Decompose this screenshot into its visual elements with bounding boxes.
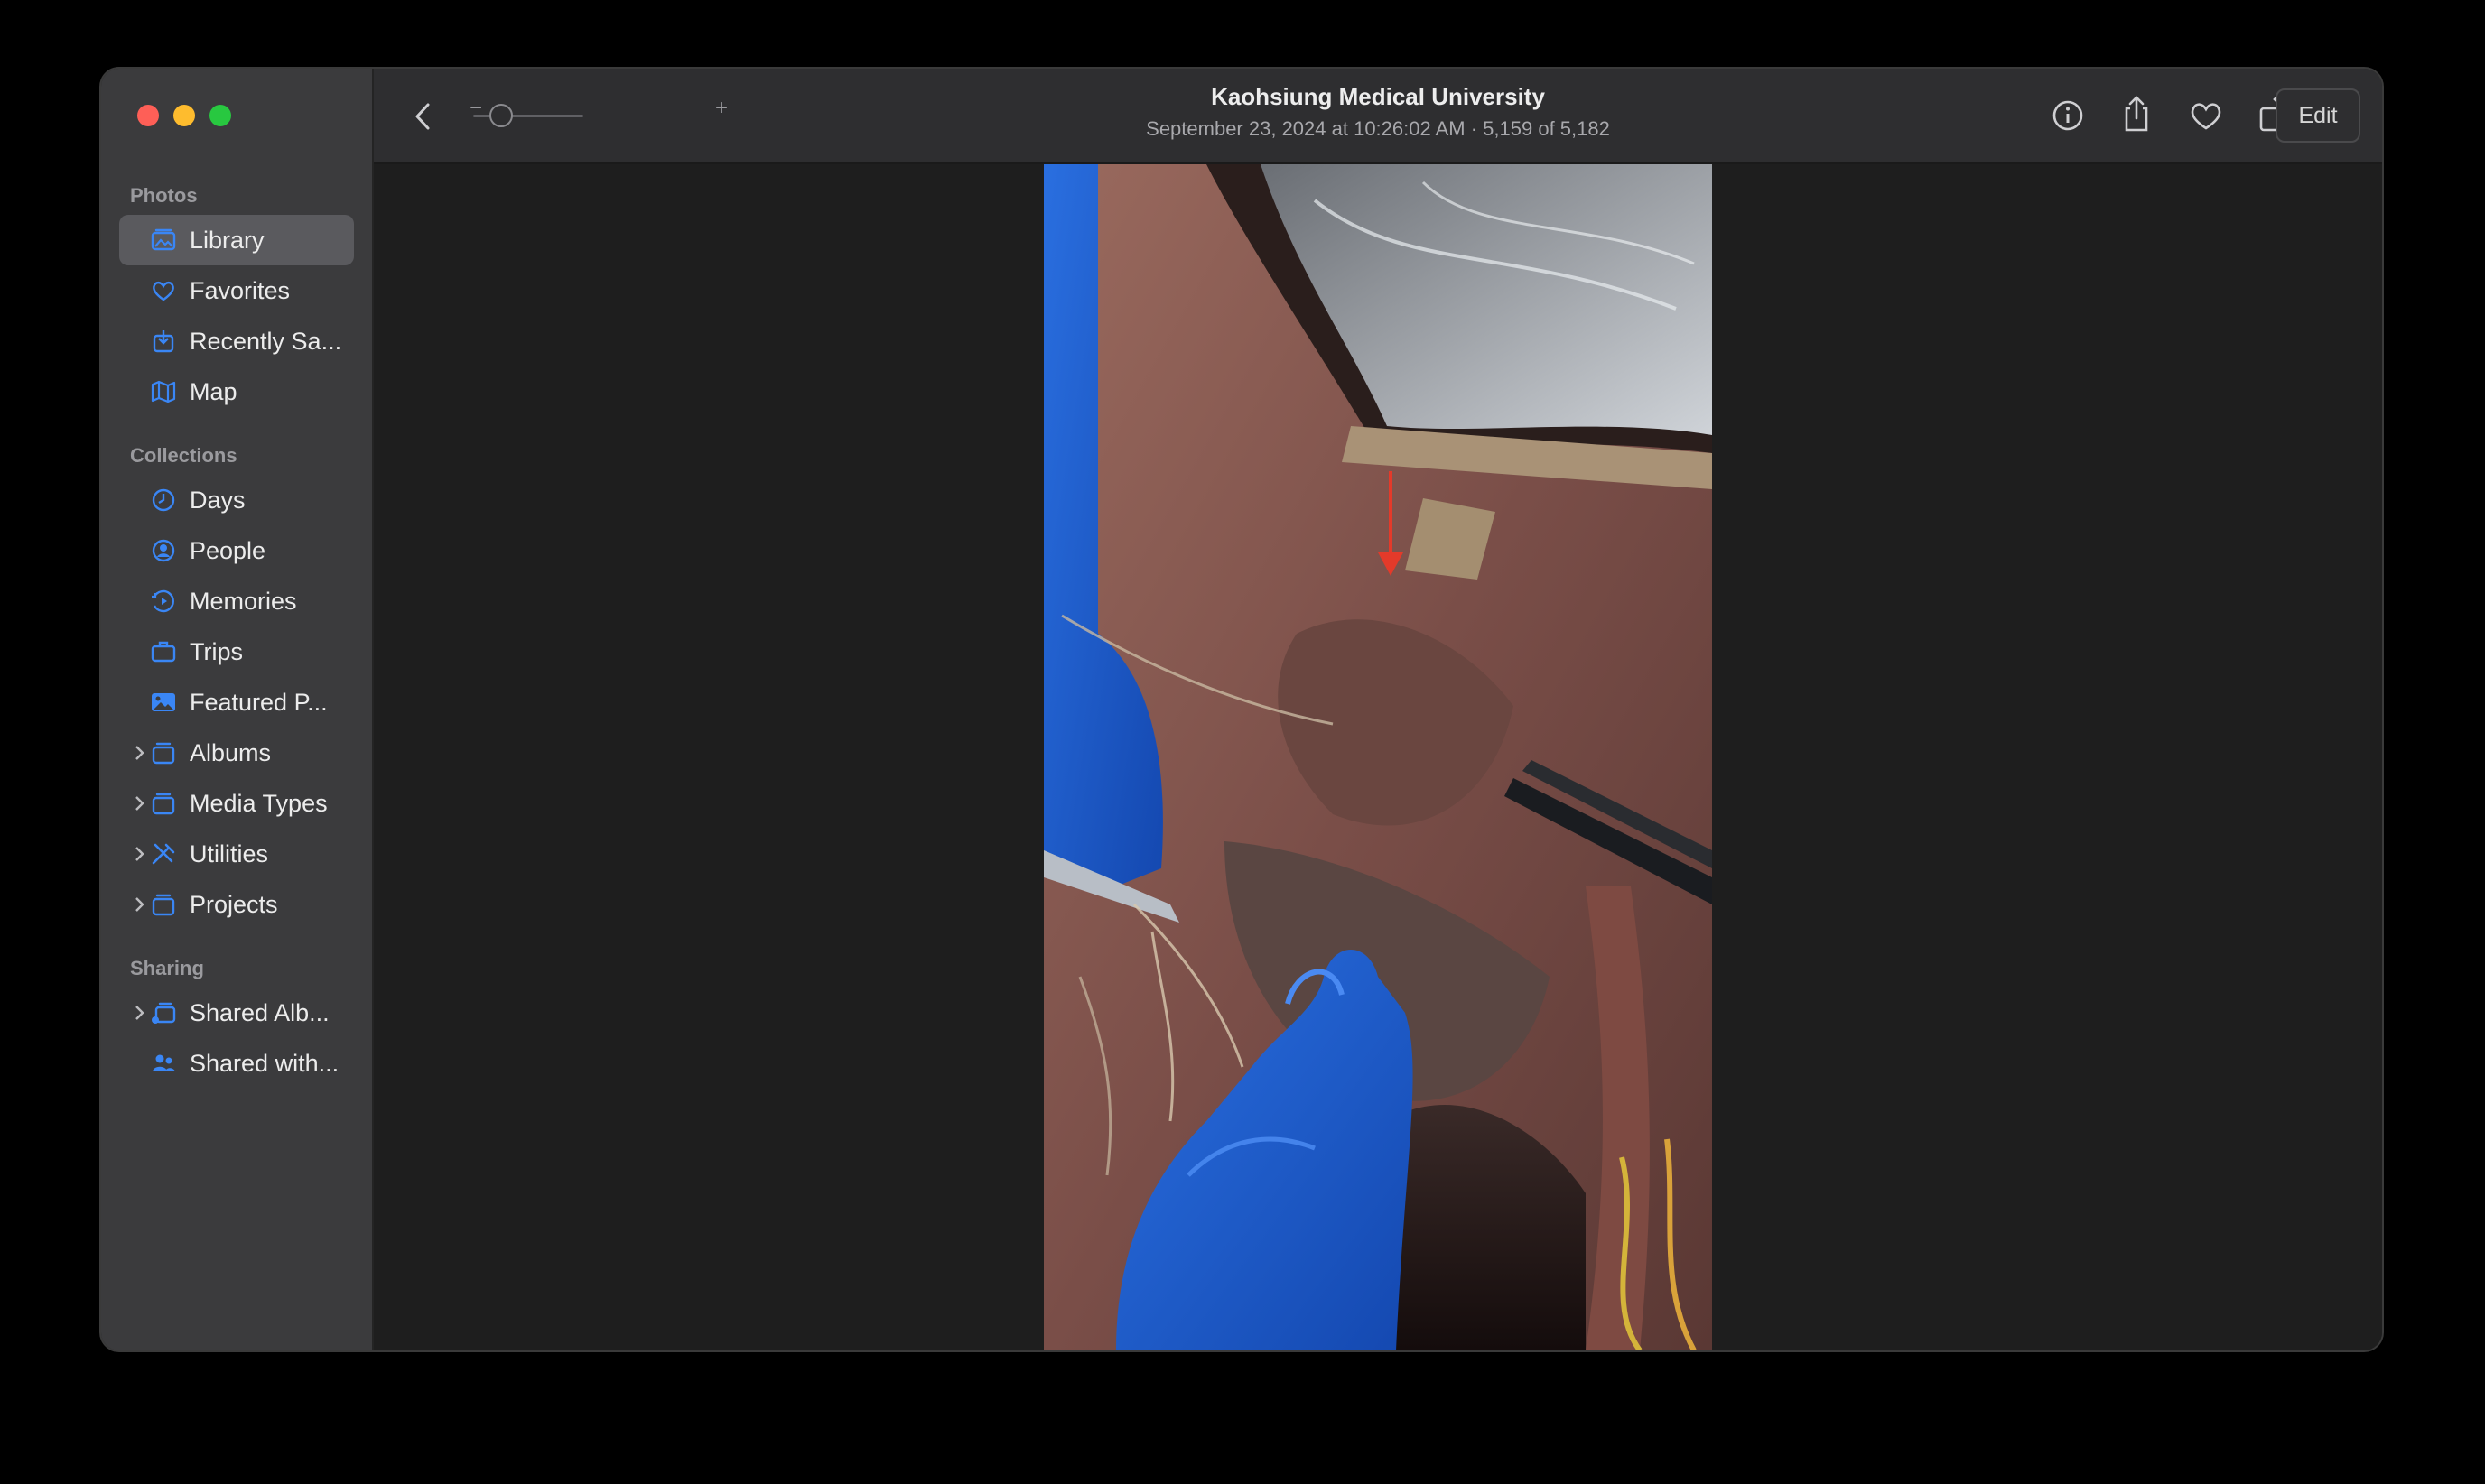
photos-window: Photos Library Favorites Recently Sa... [101,69,2382,1350]
sidebar-item-label: Library [190,227,265,254]
sidebar-item-label: Projects [190,891,278,918]
sidebar-item-label: Shared with... [190,1050,340,1077]
folder-icon [152,894,175,916]
recently-saved-icon [153,330,174,353]
sidebar-item-favorites[interactable]: Favorites [119,265,354,316]
sidebar-item-label: Utilities [190,840,269,867]
clock-icon [152,488,175,512]
toolbar: − + Kaohsiung Medical University Septemb… [374,69,2382,164]
chevron-right-icon[interactable] [132,793,146,814]
sidebar-item-label: Media Types [190,790,328,817]
chevron-right-icon[interactable] [132,742,146,764]
close-window-button[interactable] [137,105,159,126]
sidebar-item-label: Trips [190,638,243,665]
folder-icon [152,742,175,765]
sidebar-item-featured-photos[interactable]: Featured P... [119,677,354,728]
info-icon[interactable] [2050,97,2086,134]
chevron-right-icon[interactable] [132,843,146,865]
tools-icon [152,843,175,865]
minimize-window-button[interactable] [173,105,195,126]
sidebar-item-people[interactable]: People [119,525,354,576]
sidebar-item-map[interactable]: Map [119,366,354,417]
sidebar-item-shared-with-you[interactable]: Shared with... [119,1038,354,1089]
sidebar-item-utilities[interactable]: Utilities [119,829,354,879]
sidebar-item-trips[interactable]: Trips [119,626,354,677]
sidebar-item-shared-albums[interactable]: Shared Alb... [119,988,354,1038]
sidebar-item-albums[interactable]: Albums [119,728,354,778]
sidebar-item-label: Days [190,487,246,514]
section-header-collections: Collections [130,444,237,467]
section-header-sharing: Sharing [130,957,204,979]
photo-image[interactable] [1044,164,1712,1350]
person-icon [152,539,175,562]
heart-icon [153,281,174,301]
chevron-right-icon[interactable] [132,894,146,915]
sidebar-item-library[interactable]: Library [119,215,354,265]
sidebar-item-label: Map [190,378,237,405]
photo-icon [152,693,175,711]
sidebar-item-projects[interactable]: Projects [119,879,354,930]
sidebar-item-label: Recently Sa... [190,328,342,355]
photo-viewer [374,164,2382,1350]
sidebar-item-recently-saved[interactable]: Recently Sa... [119,316,354,366]
sidebar-item-label: Shared Alb... [190,999,330,1026]
sidebar-item-memories[interactable]: Memories [119,576,354,626]
share-icon[interactable] [2118,94,2155,134]
sidebar: Photos Library Favorites Recently Sa... [101,69,374,1350]
library-icon [151,228,176,251]
sidebar-item-label: Favorites [190,277,291,304]
edit-button[interactable]: Edit [2276,88,2360,143]
sidebar-item-label: Featured P... [190,689,328,716]
sidebar-item-label: People [190,537,266,564]
chevron-right-icon[interactable] [132,1002,146,1024]
map-icon [151,380,176,403]
shared-album-icon [152,1002,176,1024]
sidebar-item-media-types[interactable]: Media Types [119,778,354,829]
sidebar-item-label: Albums [190,739,272,766]
section-header-photos: Photos [130,184,198,207]
dissection-photo [1044,164,1712,1350]
zoom-window-button[interactable] [209,105,231,126]
sidebar-item-label: Memories [190,588,297,615]
folder-icon [152,793,175,815]
shared-people-icon [153,1054,175,1071]
suitcase-icon [151,641,176,663]
memories-icon [152,589,174,613]
favorite-icon[interactable] [2187,97,2225,134]
sidebar-item-days[interactable]: Days [119,475,354,525]
